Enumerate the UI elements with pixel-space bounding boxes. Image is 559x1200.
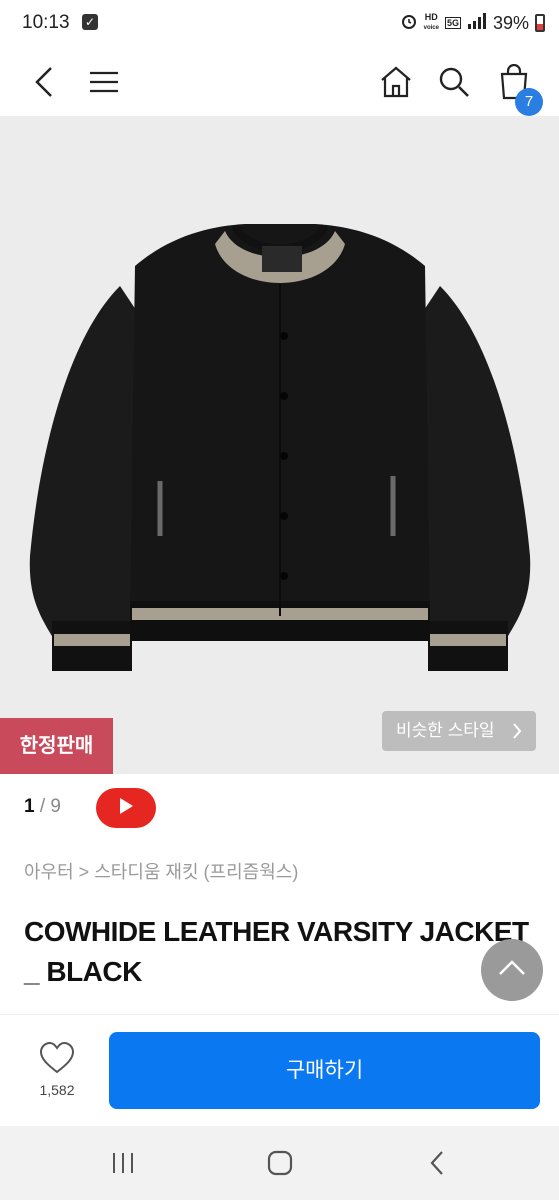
play-icon	[118, 797, 134, 820]
alarm-icon	[400, 12, 418, 35]
limited-sale-badge: 한정판매	[0, 718, 113, 774]
status-time: 10:13	[22, 12, 70, 33]
product-image[interactable]: 한정판매 비슷한 스타일	[0, 116, 559, 774]
category-breadcrumb[interactable]: 아우터 > 스타디움 재킷 (프리즘웍스)	[24, 858, 298, 884]
product-title: COWHIDE LEATHER VARSITY JACKET _ BLACK	[24, 916, 529, 987]
chevron-right-icon	[512, 711, 522, 766]
similar-style-label: 비슷한 스타일	[396, 721, 495, 740]
youtube-button[interactable]	[96, 788, 156, 828]
like-count: 1,582	[39, 1082, 75, 1098]
pager-separator: /	[34, 796, 51, 817]
bottom-action-bar: 1,582 구매하기	[0, 1014, 559, 1126]
cart-icon[interactable]: 7	[490, 58, 543, 116]
scroll-to-top-button[interactable]	[481, 939, 543, 1001]
status-bar: 10:13 ✓ HD voice 5G 39%	[0, 0, 559, 48]
like-button[interactable]: 1,582	[26, 1041, 88, 1098]
pager-total: 9	[50, 796, 61, 817]
varsity-jacket-image	[29, 223, 531, 671]
heart-icon	[38, 1041, 76, 1079]
network-indicator: 5G	[444, 17, 461, 29]
system-back-icon[interactable]	[417, 1146, 457, 1180]
checkbox-notification-icon: ✓	[82, 14, 98, 30]
home-button-icon[interactable]	[260, 1146, 300, 1180]
hd-voice-indicator: HD voice	[423, 12, 439, 32]
similar-style-button[interactable]: 비슷한 스타일	[382, 711, 536, 751]
image-pager: 1 / 9	[24, 796, 61, 818]
back-icon[interactable]	[20, 58, 68, 106]
pager-current: 1	[24, 796, 35, 817]
buy-button[interactable]: 구매하기	[109, 1032, 540, 1109]
status-indicators: HD voice 5G 39%	[400, 12, 545, 34]
battery-percent: 39%	[492, 12, 529, 33]
home-icon[interactable]	[372, 58, 420, 106]
battery-icon	[535, 14, 545, 32]
system-nav-bar	[0, 1126, 559, 1200]
signal-icon	[467, 12, 487, 34]
chevron-up-icon	[497, 959, 527, 982]
recent-apps-icon[interactable]	[103, 1146, 143, 1180]
top-nav: 7	[0, 48, 559, 116]
cart-count-badge: 7	[515, 88, 543, 116]
search-icon[interactable]	[430, 58, 478, 106]
menu-icon[interactable]	[80, 58, 128, 106]
